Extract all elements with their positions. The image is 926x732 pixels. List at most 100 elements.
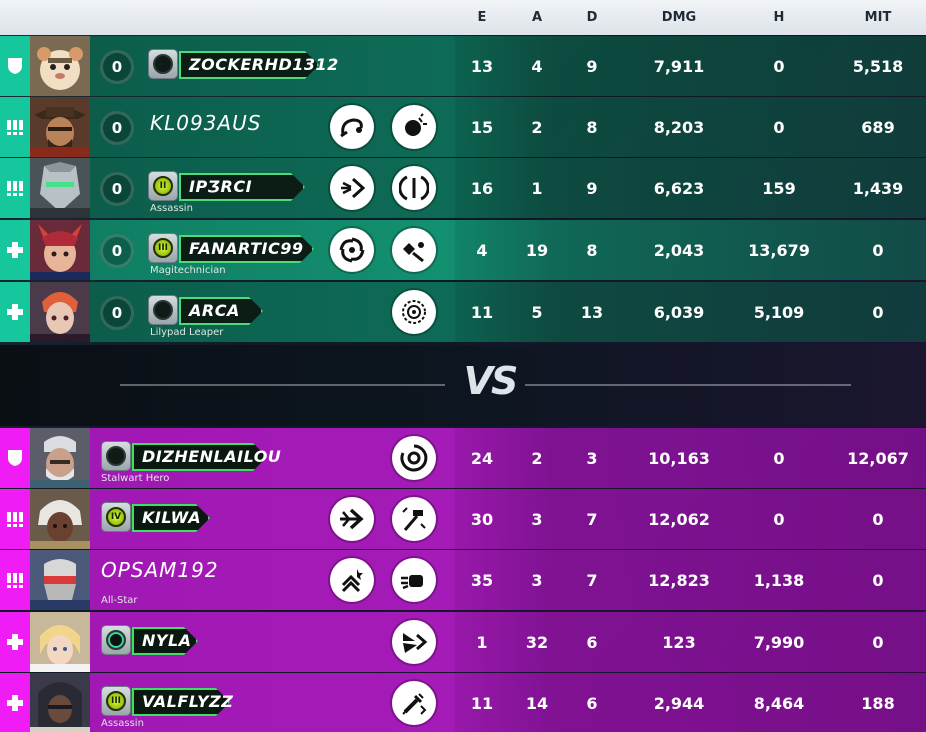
damage-role-icon <box>0 97 30 157</box>
stat-mit: 0 <box>872 241 884 260</box>
stat-d: 8 <box>586 118 598 137</box>
fox-mage-portrait <box>30 220 90 280</box>
stat-d: 7 <box>586 510 598 529</box>
deflect-icon <box>392 166 436 210</box>
stat-dmg: 2,043 <box>653 241 705 260</box>
stat-e: 30 <box>470 510 494 529</box>
rank-badge-icon <box>148 295 178 325</box>
stat-mit: 0 <box>872 633 884 652</box>
stat-a: 5 <box>531 303 543 322</box>
rank-badge-icon <box>148 49 178 79</box>
white-hair-hero-portrait <box>30 489 90 549</box>
rank-badge-icon: II <box>148 171 178 201</box>
col-header-eliminations: E <box>477 10 487 25</box>
player-row[interactable]: 0 III FANARTIC99 Magitechnician 4 19 8 2,043 13,… <box>0 220 926 280</box>
stat-a: 4 <box>531 57 543 76</box>
stat-h: 0 <box>773 449 785 468</box>
player-row[interactable]: OPSAM192 All-Star 35 3 7 12,823 1,138 0 <box>0 550 926 610</box>
badge-gem <box>106 630 126 650</box>
badge-gem <box>153 54 173 74</box>
stat-e: 35 <box>470 571 494 590</box>
stat-e: 1 <box>476 633 488 652</box>
stat-mit: 0 <box>872 571 884 590</box>
player-row[interactable]: 0 II IPƷRCI Assassin 16 1 9 6,623 159 1,439 <box>0 158 926 218</box>
damage-role-icon <box>0 550 30 610</box>
player-nameplate[interactable]: DIZHENLAILOU <box>132 443 281 471</box>
sprint-icon <box>330 558 374 602</box>
punch-icon <box>392 558 436 602</box>
stat-a: 32 <box>525 633 549 652</box>
stat-dmg: 6,039 <box>653 303 705 322</box>
player-name: ARCA <box>189 301 240 320</box>
player-row[interactable]: IV KILWA 30 3 7 12,062 0 0 <box>0 489 926 549</box>
target-orb-icon <box>392 290 436 334</box>
player-row[interactable]: 0 ZOCKERHD1312 13 4 9 7,911 0 5,518 <box>0 36 926 96</box>
player-nameplate[interactable]: IPƷRCI <box>179 173 305 201</box>
rank-badge-icon <box>101 625 131 655</box>
armored-veteran-portrait <box>30 428 90 488</box>
hamster-hero-portrait <box>30 36 90 96</box>
rank-badge-icon: IV <box>101 502 131 532</box>
scoreboard-header: E A D DMG H MIT <box>0 0 926 35</box>
player-nameplate[interactable]: ZOCKERHD1312 <box>179 51 338 79</box>
stat-e: 24 <box>470 449 494 468</box>
player-title: Lilypad Leaper <box>150 327 224 338</box>
stat-h: 7,990 <box>753 633 805 652</box>
endorsement-level-ring: 0 <box>100 50 134 84</box>
rank-badge-icon: III <box>101 686 131 716</box>
stat-d: 9 <box>586 179 598 198</box>
player-name: DIZHENLAILOU <box>142 447 282 466</box>
col-header-assists: A <box>531 10 543 25</box>
endorsement-level-ring: 0 <box>100 296 134 330</box>
player-row[interactable]: III VALFLYZZ Assassin 11 14 6 2,944 8,464 188 <box>0 673 926 732</box>
stat-dmg: 123 <box>662 633 696 652</box>
support-role-icon <box>0 612 30 672</box>
stat-mit: 1,439 <box>852 179 904 198</box>
stat-h: 159 <box>762 179 796 198</box>
endorsement-level-ring: 0 <box>100 111 134 145</box>
spiral-icon <box>330 228 374 272</box>
player-row[interactable]: DIZHENLAILOU Stalwart Hero 24 2 3 10,163 0 12,0… <box>0 428 926 488</box>
stat-a: 3 <box>531 510 543 529</box>
player-nameplate[interactable]: VALFLYZZ <box>132 688 234 716</box>
stat-a: 2 <box>531 449 543 468</box>
player-nameplate[interactable]: NYLA <box>132 627 198 655</box>
badge-level-label: IV <box>110 512 122 522</box>
stat-h: 0 <box>773 118 785 137</box>
stat-dmg: 7,911 <box>653 57 705 76</box>
player-name: ZOCKERHD1312 <box>189 55 339 74</box>
stat-e: 11 <box>470 303 494 322</box>
stat-e: 15 <box>470 118 494 137</box>
damage-role-icon <box>0 158 30 218</box>
arrow-dash-icon <box>330 497 374 541</box>
player-title: Assassin <box>150 203 193 214</box>
player-name: FANARTIC99 <box>189 239 304 258</box>
vs-line-left <box>120 384 445 386</box>
player-row[interactable]: 0 KL093AUS 15 2 8 8,203 0 689 <box>0 97 926 157</box>
player-row[interactable]: 0 ARCA Lilypad Leaper 11 5 13 6,039 5,109 0 <box>0 282 926 342</box>
stat-mit: 5,518 <box>852 57 904 76</box>
player-name[interactable]: KL093AUS <box>150 111 261 135</box>
player-title: All-Star <box>101 595 138 606</box>
player-nameplate[interactable]: ARCA <box>179 297 263 325</box>
cyborg-ninja-portrait <box>30 158 90 218</box>
player-nameplate[interactable]: FANARTIC99 <box>179 235 314 263</box>
player-name: VALFLYZZ <box>142 692 234 711</box>
spirit-icon <box>392 228 436 272</box>
badge-gem: III <box>106 691 126 711</box>
stat-dmg: 10,163 <box>648 449 710 468</box>
cowboy-hero-portrait <box>30 97 90 157</box>
player-name: IPƷRCI <box>189 177 253 196</box>
stat-d: 9 <box>586 57 598 76</box>
vs-label: VS <box>463 359 519 403</box>
scientist-portrait <box>30 282 90 342</box>
stat-e: 16 <box>470 179 494 198</box>
player-row[interactable]: NYLA 1 32 6 123 7,990 0 <box>0 612 926 672</box>
stat-d: 6 <box>586 633 598 652</box>
player-name[interactable]: OPSAM192 <box>101 558 219 582</box>
stat-mit: 12,067 <box>847 449 909 468</box>
player-nameplate[interactable]: KILWA <box>132 504 210 532</box>
stat-a: 14 <box>525 694 549 713</box>
stat-h: 1,138 <box>753 571 805 590</box>
stat-a: 3 <box>531 571 543 590</box>
